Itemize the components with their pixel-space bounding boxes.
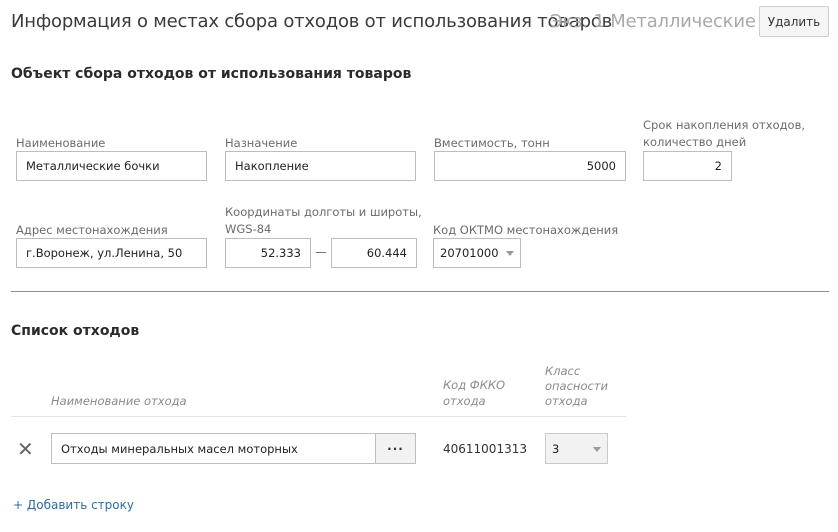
waste-name-field[interactable]: Отходы минеральных масел моторных [51, 433, 377, 464]
page-title: Информация о местах сбора отходов от исп… [11, 11, 613, 32]
hazard-class-value: 3 [552, 441, 560, 456]
section-divider [11, 291, 829, 292]
storage-period-field[interactable]: 2 [643, 151, 732, 181]
capacity-label: Вместимость, тонн [434, 136, 550, 150]
address-label: Адрес местонахождения [16, 223, 168, 237]
storage-period-label-line1: Срок накопления отходов, [643, 118, 806, 132]
purpose-label: Назначение [225, 136, 298, 150]
latitude-field[interactable]: 60.444 [331, 238, 417, 268]
coordinates-separator: — [315, 245, 327, 259]
chevron-down-icon [593, 447, 601, 452]
column-header-class-line3: отхода [545, 394, 588, 408]
waste-picker-button[interactable]: ··· [375, 433, 416, 464]
coordinates-label-line1: Координаты долготы и широты, [225, 205, 422, 219]
column-header-class-line2: опасности [545, 379, 608, 393]
close-icon[interactable]: ✕ [17, 439, 34, 459]
longitude-field[interactable]: 52.333 [225, 238, 311, 268]
oktmo-value: 20701000 [440, 246, 499, 260]
capacity-field[interactable]: 5000 [434, 151, 626, 181]
waste-section-title: Список отходов [11, 323, 140, 339]
coordinates-label-line2: WGS-84 [225, 222, 272, 236]
page-subtitle: Экз. 1 Металлические бочки [550, 11, 760, 32]
chevron-down-icon [506, 251, 514, 256]
address-field[interactable]: г.Воронеж, ул.Ленина, 50 [16, 238, 207, 268]
column-header-fkko-line2: отхода [443, 394, 486, 408]
column-header-waste-name: Наименование отхода [51, 394, 187, 408]
delete-button[interactable]: Удалить [759, 6, 829, 37]
column-header-fkko-line1: Код ФККО [443, 378, 506, 392]
object-section-title: Объект сбора отходов от использования то… [11, 66, 412, 82]
storage-period-label-line2: количество дней [643, 135, 747, 149]
oktmo-label: Код ОКТМО местонахождения [433, 223, 619, 237]
purpose-field[interactable]: Накопление [225, 151, 416, 181]
table-header-divider [11, 416, 626, 417]
column-header-class-line1: Класс [545, 364, 581, 378]
name-field[interactable]: Металлические бочки [16, 151, 207, 181]
oktmo-select[interactable]: 20701000 [433, 238, 521, 268]
fkko-code: 40611001313 [443, 442, 527, 456]
add-row-link[interactable]: + Добавить строку [13, 498, 134, 512]
name-label: Наименование [16, 136, 106, 150]
hazard-class-select[interactable]: 3 [545, 433, 608, 464]
